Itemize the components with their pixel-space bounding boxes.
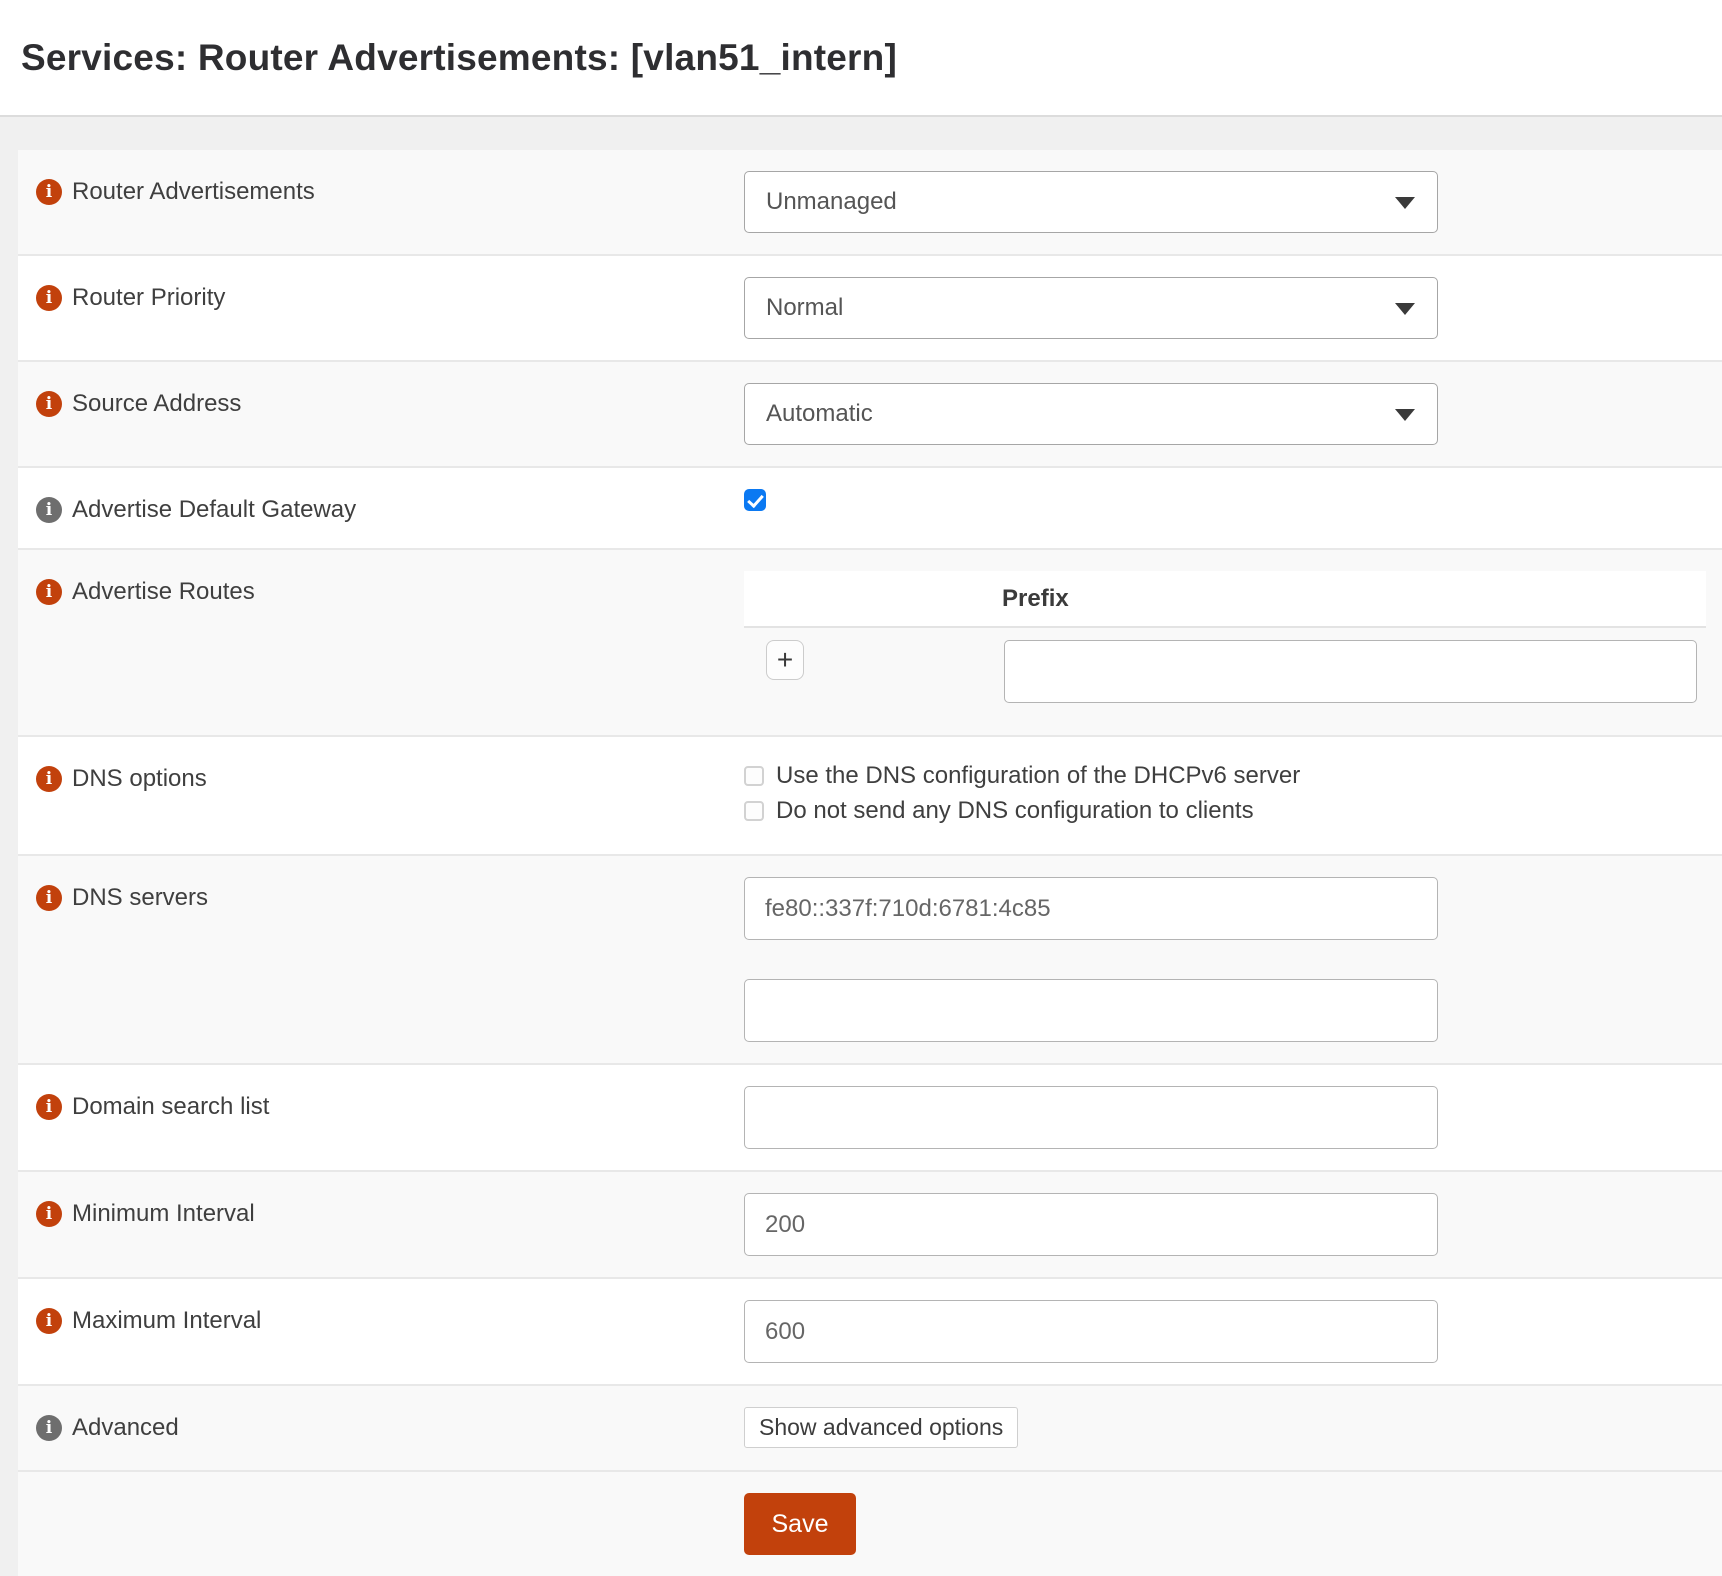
add-route-button[interactable]: +: [766, 640, 804, 680]
page-header: Services: Router Advertisements: [vlan51…: [0, 0, 1722, 117]
field-label: Source Address: [72, 389, 241, 419]
use-dhcpv6-dns-label: Use the DNS configuration of the DHCPv6 …: [776, 762, 1300, 790]
field-label: Advanced: [72, 1413, 179, 1443]
minimum-interval-input[interactable]: [744, 1193, 1438, 1256]
selected-value: Unmanaged: [766, 188, 897, 216]
info-icon[interactable]: [36, 1415, 62, 1441]
info-icon[interactable]: [36, 285, 62, 311]
selected-value: Normal: [766, 294, 843, 322]
source-address-select[interactable]: Automatic: [744, 383, 1438, 445]
dns-server-1-input[interactable]: [744, 877, 1438, 940]
advertise-routes-table-header: Prefix: [744, 571, 1706, 628]
row-maximum-interval: Maximum Interval: [18, 1279, 1722, 1386]
save-button[interactable]: Save: [744, 1493, 856, 1555]
row-router-priority: Router Priority Normal: [18, 256, 1722, 362]
field-label: DNS servers: [72, 883, 208, 913]
info-icon[interactable]: [36, 497, 62, 523]
info-icon[interactable]: [36, 179, 62, 205]
row-save: Save: [18, 1472, 1722, 1576]
no-dns-config-checkbox[interactable]: [744, 801, 764, 821]
maximum-interval-input[interactable]: [744, 1300, 1438, 1363]
info-icon[interactable]: [36, 1201, 62, 1227]
chevron-down-icon: [1395, 197, 1415, 209]
info-icon[interactable]: [36, 1094, 62, 1120]
field-label: DNS options: [72, 764, 207, 794]
advertise-routes-table-row: +: [744, 640, 1706, 714]
field-label: Domain search list: [72, 1092, 269, 1122]
router-priority-select[interactable]: Normal: [744, 277, 1438, 339]
chevron-down-icon: [1395, 409, 1415, 421]
info-icon[interactable]: [36, 885, 62, 911]
use-dhcpv6-dns-checkbox[interactable]: [744, 766, 764, 786]
field-label: Maximum Interval: [72, 1306, 261, 1336]
row-source-address: Source Address Automatic: [18, 362, 1722, 468]
router-advertisements-select[interactable]: Unmanaged: [744, 171, 1438, 233]
row-router-advertisements: Router Advertisements Unmanaged: [18, 150, 1722, 256]
domain-search-list-input[interactable]: [744, 1086, 1438, 1149]
no-dns-config-label: Do not send any DNS configuration to cli…: [776, 797, 1254, 825]
prefix-input[interactable]: [1004, 640, 1697, 703]
info-icon[interactable]: [36, 766, 62, 792]
show-advanced-options-button[interactable]: Show advanced options: [744, 1407, 1018, 1448]
row-advertise-default-gateway: Advertise Default Gateway: [18, 468, 1722, 550]
info-icon[interactable]: [36, 391, 62, 417]
field-label: Advertise Default Gateway: [72, 495, 356, 525]
info-icon[interactable]: [36, 1308, 62, 1334]
field-label: Router Advertisements: [72, 177, 315, 207]
advertise-default-gateway-checkbox[interactable]: [744, 489, 766, 511]
info-icon[interactable]: [36, 579, 62, 605]
chevron-down-icon: [1395, 303, 1415, 315]
row-dns-options: DNS options Use the DNS configuration of…: [18, 737, 1722, 856]
prefix-column-header: Prefix: [1002, 585, 1069, 613]
page-title: Services: Router Advertisements: [vlan51…: [21, 37, 897, 79]
router-advertisements-form: Router Advertisements Unmanaged Router P…: [18, 150, 1722, 1576]
field-label: Minimum Interval: [72, 1199, 255, 1229]
row-advanced: Advanced Show advanced options: [18, 1386, 1722, 1472]
field-label: Router Priority: [72, 283, 225, 313]
row-dns-servers: DNS servers: [18, 856, 1722, 1065]
row-domain-search-list: Domain search list: [18, 1065, 1722, 1172]
selected-value: Automatic: [766, 400, 873, 428]
row-minimum-interval: Minimum Interval: [18, 1172, 1722, 1279]
field-label: Advertise Routes: [72, 577, 255, 607]
dns-server-2-input[interactable]: [744, 979, 1438, 1042]
row-advertise-routes: Advertise Routes Prefix +: [18, 550, 1722, 737]
